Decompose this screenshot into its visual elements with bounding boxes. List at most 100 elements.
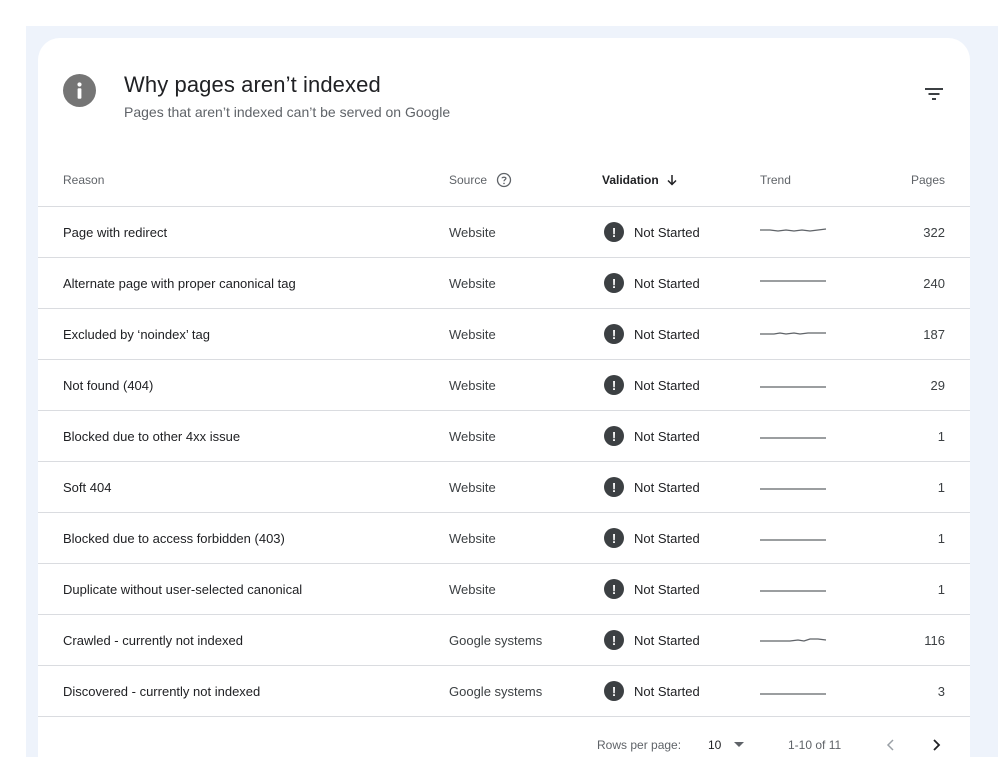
validation-cell: ! Not Started xyxy=(604,360,700,410)
validation-status: Not Started xyxy=(634,377,700,393)
table-row[interactable]: Not found (404) Website ! Not Started 29 xyxy=(38,360,970,411)
trend-sparkline xyxy=(760,564,828,614)
exclamation-icon: ! xyxy=(604,528,624,548)
table-row[interactable]: Crawled - currently not indexed Google s… xyxy=(38,615,970,666)
trend-sparkline xyxy=(760,513,828,563)
help-circle-icon[interactable] xyxy=(496,172,512,188)
rows-per-page-select[interactable]: 10 xyxy=(708,730,745,757)
validation-status: Not Started xyxy=(634,632,700,648)
card-subtitle: Pages that aren’t indexed can’t be serve… xyxy=(124,104,451,120)
pages-cell: 3 xyxy=(937,683,945,699)
trend-sparkline xyxy=(760,615,828,665)
table-row[interactable]: Blocked due to other 4xx issue Website !… xyxy=(38,411,970,462)
info-icon xyxy=(63,74,96,107)
column-header-trend[interactable]: Trend xyxy=(760,154,791,206)
reason-cell: Not found (404) xyxy=(63,377,154,393)
pages-cell: 240 xyxy=(923,275,945,291)
source-cell: Google systems xyxy=(449,683,543,699)
rows-per-page-label: Rows per page: xyxy=(597,738,682,752)
table-row[interactable]: Discovered - currently not indexed Googl… xyxy=(38,666,970,717)
column-header-source[interactable]: Source xyxy=(449,154,512,206)
next-page-button[interactable] xyxy=(931,730,941,757)
pages-cell: 1 xyxy=(937,581,945,597)
pages-cell: 1 xyxy=(937,530,945,546)
arrow-down-icon xyxy=(667,175,677,186)
table-row[interactable]: Duplicate without user-selected canonica… xyxy=(38,564,970,615)
reason-cell: Page with redirect xyxy=(63,224,168,240)
table-row[interactable]: Blocked due to access forbidden (403) We… xyxy=(38,513,970,564)
validation-status: Not Started xyxy=(634,581,700,597)
source-cell: Website xyxy=(449,581,496,597)
column-header-reason[interactable]: Reason xyxy=(63,154,104,206)
exclamation-icon: ! xyxy=(604,579,624,599)
caret-down-icon xyxy=(734,742,745,747)
trend-sparkline xyxy=(760,360,828,410)
exclamation-icon: ! xyxy=(604,426,624,446)
validation-cell: ! Not Started xyxy=(604,411,700,461)
trend-sparkline xyxy=(760,258,828,308)
trend-sparkline xyxy=(760,462,828,512)
table-row[interactable]: Excluded by ‘noindex’ tag Website ! Not S… xyxy=(38,309,970,360)
validation-status: Not Started xyxy=(634,326,700,342)
filter-icon xyxy=(925,88,943,100)
pagination: Rows per page: 10 1-10 of 11 xyxy=(38,730,970,757)
column-header-validation[interactable]: Validation xyxy=(602,154,678,206)
source-cell: Google systems xyxy=(449,632,543,648)
reason-cell: Blocked due to other 4xx issue xyxy=(63,428,241,444)
reason-cell: Discovered - currently not indexed xyxy=(63,683,261,699)
exclamation-icon: ! xyxy=(604,630,624,650)
validation-cell: ! Not Started xyxy=(604,615,700,665)
rows-per-page-value: 10 xyxy=(708,738,722,752)
exclamation-icon: ! xyxy=(604,324,624,344)
trend-sparkline xyxy=(760,411,828,461)
trend-sparkline xyxy=(760,666,828,716)
validation-cell: ! Not Started xyxy=(604,462,700,512)
reason-cell: Duplicate without user-selected canonica… xyxy=(63,581,303,597)
exclamation-icon: ! xyxy=(604,375,624,395)
reason-cell: Soft 404 xyxy=(63,479,112,495)
pages-cell: 187 xyxy=(923,326,945,342)
validation-status: Not Started xyxy=(634,683,700,699)
source-cell: Website xyxy=(449,326,496,342)
report-card: Why pages aren’t indexed Pages that aren… xyxy=(38,38,970,757)
source-cell: Website xyxy=(449,530,496,546)
validation-status: Not Started xyxy=(634,479,700,495)
source-cell: Website xyxy=(449,479,496,495)
source-cell: Website xyxy=(449,428,496,444)
trend-sparkline xyxy=(760,207,828,257)
chevron-left-icon xyxy=(886,739,894,751)
filter-button[interactable] xyxy=(920,82,948,106)
table-row[interactable]: Page with redirect Website ! Not Started … xyxy=(38,207,970,258)
exclamation-icon: ! xyxy=(604,477,624,497)
validation-cell: ! Not Started xyxy=(604,258,700,308)
pages-cell: 29 xyxy=(930,377,945,393)
validation-cell: ! Not Started xyxy=(604,564,700,614)
exclamation-icon: ! xyxy=(604,273,624,293)
table-row[interactable]: Alternate page with proper canonical tag… xyxy=(38,258,970,309)
validation-cell: ! Not Started xyxy=(604,207,700,257)
pages-cell: 1 xyxy=(937,428,945,444)
validation-status: Not Started xyxy=(634,530,700,546)
trend-sparkline xyxy=(760,309,828,359)
table-row[interactable]: Soft 404 Website ! Not Started 1 xyxy=(38,462,970,513)
exclamation-icon: ! xyxy=(604,222,624,242)
table-header: Reason Source Validation Trend Pages xyxy=(38,154,970,207)
reason-cell: Alternate page with proper canonical tag xyxy=(63,275,296,291)
validation-status: Not Started xyxy=(634,428,700,444)
reason-cell: Excluded by ‘noindex’ tag xyxy=(63,326,210,342)
reason-cell: Blocked due to access forbidden (403) xyxy=(63,530,285,546)
validation-status: Not Started xyxy=(634,224,700,240)
source-cell: Website xyxy=(449,275,496,291)
column-header-validation-label: Validation xyxy=(602,173,659,187)
previous-page-button[interactable] xyxy=(886,730,896,757)
validation-status: Not Started xyxy=(634,275,700,291)
card-title: Why pages aren’t indexed xyxy=(124,72,381,97)
source-cell: Website xyxy=(449,224,496,240)
pages-cell: 116 xyxy=(924,632,945,648)
validation-cell: ! Not Started xyxy=(604,309,700,359)
column-header-pages[interactable]: Pages xyxy=(911,154,945,206)
validation-cell: ! Not Started xyxy=(604,513,700,563)
validation-cell: ! Not Started xyxy=(604,666,700,716)
page-range: 1-10 of 11 xyxy=(788,738,842,752)
pages-cell: 322 xyxy=(923,224,945,240)
